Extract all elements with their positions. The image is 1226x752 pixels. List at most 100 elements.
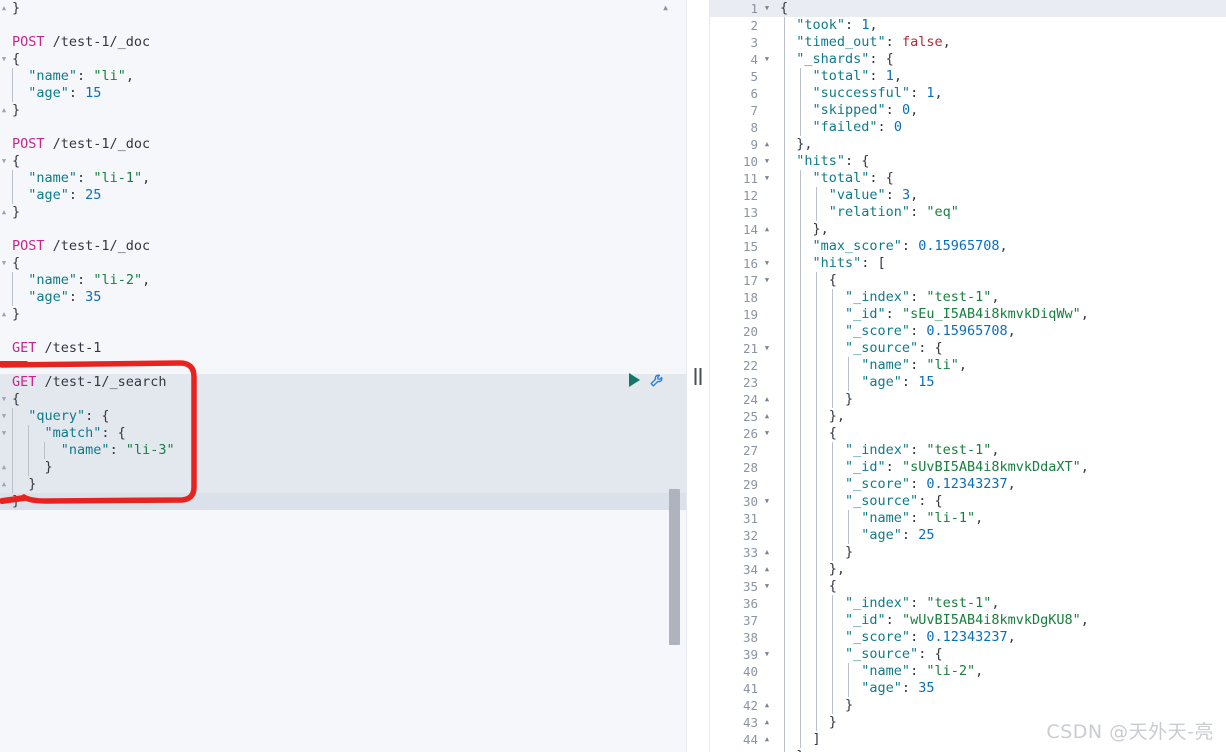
fold-toggle-icon[interactable]: ▼ [762,493,772,510]
fold-toggle-icon[interactable]: ▲ [762,544,772,561]
editor-line[interactable]: ▼{ [0,51,686,68]
fold-toggle-icon[interactable]: ▲ [762,561,772,578]
pane-splitter[interactable] [686,0,710,752]
fold-toggle-icon[interactable] [0,34,8,51]
editor-line[interactable]: "age": 25 [0,187,686,204]
editor-line[interactable]: "name": "li-3" [0,442,686,459]
play-icon[interactable] [629,372,640,387]
fold-toggle-icon[interactable] [0,289,8,306]
fold-toggle-icon[interactable]: ▲ [762,697,772,714]
fold-toggle-icon[interactable]: ▲ [0,0,8,17]
json-value: "test-1" [926,289,992,305]
fold-toggle-icon[interactable]: ▼ [762,170,772,187]
fold-toggle-icon[interactable] [0,170,8,187]
fold-toggle-icon[interactable]: ▲ [0,306,8,323]
editor-line[interactable]: ▼{ [0,153,686,170]
editor-line[interactable]: ▼ "query": { [0,408,686,425]
fold-toggle-icon[interactable]: ▼ [762,51,772,68]
request-header-line[interactable]: GET /test-1 [0,340,686,357]
editor-line[interactable]: ▲} [0,204,686,221]
fold-toggle-icon[interactable]: ▼ [0,425,8,442]
editor-line[interactable]: "age": 15 [0,85,686,102]
fold-toggle-icon[interactable] [0,136,8,153]
response-code-text: "name": "li", [861,357,967,373]
request-editor-content[interactable]: ▲} POST /test-1/_doc ▼{ "name": "li", "age… [0,0,686,752]
editor-line[interactable]: ▼ "match": { [0,425,686,442]
fold-toggle-icon[interactable] [0,187,8,204]
fold-toggle-icon[interactable] [0,119,8,136]
fold-toggle-icon[interactable]: ▲ [762,391,772,408]
fold-toggle-icon[interactable]: ▼ [762,425,772,442]
fold-toggle-icon[interactable] [0,272,8,289]
fold-toggle-icon[interactable]: ▲ [0,102,8,119]
wrench-icon[interactable] [649,371,666,388]
editor-fold-arrow-icon[interactable]: ▲ [663,3,668,12]
fold-toggle-icon[interactable]: ▲ [762,731,772,748]
request-header-line[interactable]: GET /test-1/_search [0,374,686,391]
request-action-bar[interactable] [629,371,666,388]
fold-toggle-icon[interactable]: ▼ [0,153,8,170]
response-line: 31 "name": "li-1", [710,510,1226,527]
editor-vertical-scrollbar[interactable] [669,0,680,752]
fold-toggle-icon[interactable]: ▲ [0,476,8,493]
editor-line[interactable]: "name": "li-2", [0,272,686,289]
fold-toggle-icon[interactable] [0,85,8,102]
fold-toggle-icon[interactable]: ▲ [762,408,772,425]
editor-line[interactable]: ▲ } [0,476,686,493]
request-editor-pane[interactable]: ▲} POST /test-1/_doc ▼{ "name": "li", "age… [0,0,686,752]
editor-line[interactable]: ▲ } [0,459,686,476]
fold-toggle-icon[interactable]: ▼ [762,340,772,357]
editor-line[interactable] [0,119,686,136]
fold-toggle-icon[interactable]: ▲ [762,748,772,752]
fold-toggle-icon[interactable]: ▼ [762,0,772,17]
fold-toggle-icon[interactable] [0,68,8,85]
fold-toggle-icon[interactable] [0,442,8,459]
fold-toggle-icon[interactable]: ▼ [0,51,8,68]
json-key: "hits" [812,255,862,271]
editor-line[interactable] [0,17,686,34]
fold-toggle-icon[interactable]: ▲ [762,136,772,153]
editor-line[interactable]: "age": 35 [0,289,686,306]
response-pane[interactable]: 1 ▼{2 "took": 1, 3 "timed_out": false, 4 ▼ "… [710,0,1226,752]
fold-toggle-icon[interactable] [0,357,8,374]
splitter-grip-icon[interactable] [694,368,702,385]
fold-toggle-icon[interactable]: ▼ [762,153,772,170]
fold-toggle-icon[interactable]: ▲ [762,714,772,731]
fold-toggle-icon[interactable] [0,17,8,34]
request-header-line[interactable]: POST /test-1/_doc [0,34,686,51]
fold-toggle-icon[interactable]: ▼ [762,578,772,595]
editor-line[interactable]: ▲} [0,493,686,510]
fold-toggle-icon[interactable]: ▲ [0,204,8,221]
line-number: 15 [742,239,758,254]
fold-toggle-icon[interactable] [0,323,8,340]
json-punct: } [12,476,37,492]
request-header-line[interactable]: POST /test-1/_doc [0,136,686,153]
fold-toggle-icon[interactable]: ▲ [762,221,772,238]
editor-line[interactable] [0,221,686,238]
editor-line[interactable]: "name": "li-1", [0,170,686,187]
editor-line[interactable] [0,357,686,374]
editor-line[interactable]: ▼{ [0,391,686,408]
fold-toggle-icon[interactable] [0,238,8,255]
response-code-text: "_id": "sUvBI5AB4i8kmvkDdaXT", [845,459,1089,475]
editor-line[interactable] [0,323,686,340]
fold-toggle-icon[interactable] [0,374,8,391]
json-key: "_index" [845,289,911,305]
fold-toggle-icon[interactable]: ▼ [0,255,8,272]
fold-toggle-icon[interactable]: ▲ [0,493,8,510]
request-header-line[interactable]: POST /test-1/_doc [0,238,686,255]
editor-line[interactable]: ▲} [0,306,686,323]
editor-line[interactable]: ▲} [0,0,686,17]
fold-toggle-icon[interactable]: ▼ [0,408,8,425]
editor-scrollbar-thumb[interactable] [669,489,680,645]
fold-toggle-icon[interactable] [0,221,8,238]
editor-line[interactable]: ▼{ [0,255,686,272]
fold-toggle-icon[interactable]: ▼ [762,272,772,289]
fold-toggle-icon[interactable] [0,340,8,357]
editor-line[interactable]: ▲} [0,102,686,119]
fold-toggle-icon[interactable]: ▼ [0,391,8,408]
fold-toggle-icon[interactable]: ▼ [762,255,772,272]
fold-toggle-icon[interactable]: ▲ [0,459,8,476]
fold-toggle-icon[interactable]: ▼ [762,646,772,663]
editor-line[interactable]: "name": "li", [0,68,686,85]
